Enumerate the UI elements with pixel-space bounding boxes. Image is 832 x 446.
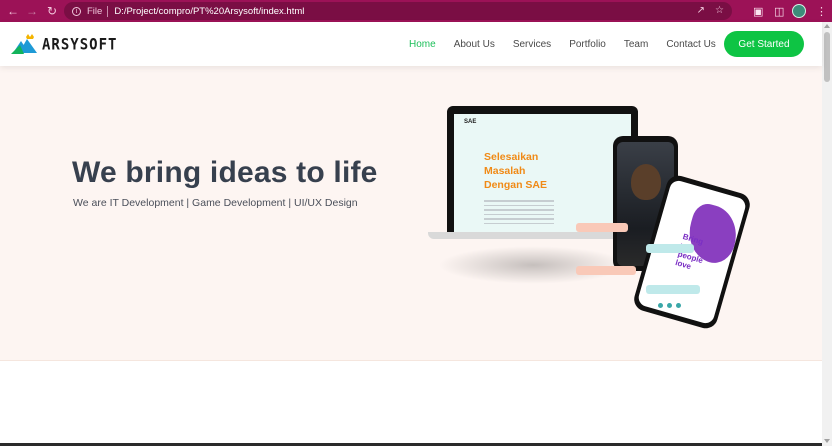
laptop-mockup: SAE Selesaikan Masalah Dengan SAE (447, 106, 638, 232)
nav-services[interactable]: Services (513, 39, 551, 50)
sae-heading-line-1: Selesaikan (484, 151, 539, 163)
nav-portfolio[interactable]: Portfolio (569, 39, 606, 50)
info-icon[interactable]: i (72, 6, 81, 16)
omnibox-actions: ↗ ☆ (697, 5, 724, 16)
nav-home[interactable]: Home (409, 39, 436, 50)
typing-indicator (658, 303, 681, 308)
browser-toolbar: ← → ↻ i File D:/Project/compro/PT%20Arsy… (0, 0, 832, 22)
address-separator (107, 5, 109, 17)
sae-heading-line-2: Masalah (484, 165, 526, 177)
file-label: File (87, 5, 103, 17)
nav-team[interactable]: Team (624, 39, 648, 50)
scrollbar-thumb[interactable] (824, 32, 830, 82)
scroll-up-arrow-icon[interactable] (824, 24, 830, 28)
nav-about-us[interactable]: About Us (454, 39, 495, 50)
nav-contact-us[interactable]: Contact Us (666, 39, 715, 50)
main-nav: Home About Us Services Portfolio Team Co… (409, 22, 734, 66)
logo-text: ARSYSOFT (42, 35, 118, 55)
extensions-puzzle-icon[interactable]: ▣ (753, 0, 763, 22)
logo-mark-icon (11, 33, 39, 57)
hero-subtitle: We are IT Development | Game Development… (73, 197, 358, 209)
laptop-screen-content: SAE Selesaikan Masalah Dengan SAE (454, 114, 631, 232)
hero-section: We bring ideas to life We are IT Develop… (0, 66, 822, 361)
chat-bubble (646, 244, 694, 253)
chat-bubble (576, 223, 628, 232)
menu-kebab-icon[interactable]: ⋮ (816, 0, 827, 22)
reload-icon[interactable]: ↻ (42, 0, 62, 22)
sae-brand: SAE (464, 119, 477, 125)
address-bar[interactable]: i File D:/Project/compro/PT%20Arsysoft/i… (64, 2, 732, 20)
scroll-down-arrow-icon[interactable] (824, 439, 830, 443)
back-arrow-icon[interactable]: ← (3, 0, 23, 22)
bookmark-star-icon[interactable]: ☆ (715, 5, 724, 16)
hero-illustration: SAE Selesaikan Masalah Dengan SAE Bring … (420, 106, 760, 356)
profile-avatar[interactable] (792, 0, 806, 22)
avatar-icon (792, 4, 806, 18)
chat-bubble (646, 285, 700, 294)
hero-title: We bring ideas to life (72, 156, 378, 189)
sae-heading-line-3: Dengan SAE (484, 179, 548, 191)
person-photo (631, 164, 661, 200)
sae-heading: Selesaikan Masalah Dengan SAE (484, 150, 547, 192)
site-logo[interactable]: ARSYSOFT (11, 33, 117, 57)
get-started-button[interactable]: Get Started (724, 31, 804, 57)
url-text: D:/Project/compro/PT%20Arsysoft/index.ht… (114, 5, 305, 17)
side-panel-icon[interactable]: ◫ (774, 0, 784, 22)
share-icon[interactable]: ↗ (697, 5, 705, 16)
sae-body-lines (484, 200, 554, 227)
forward-arrow-icon[interactable]: → (22, 0, 42, 22)
chat-bubble (576, 266, 636, 275)
site-header: ARSYSOFT Home About Us Services Portfoli… (0, 22, 822, 66)
laptop-shadow (438, 246, 628, 284)
page-scrollbar[interactable] (822, 22, 832, 446)
